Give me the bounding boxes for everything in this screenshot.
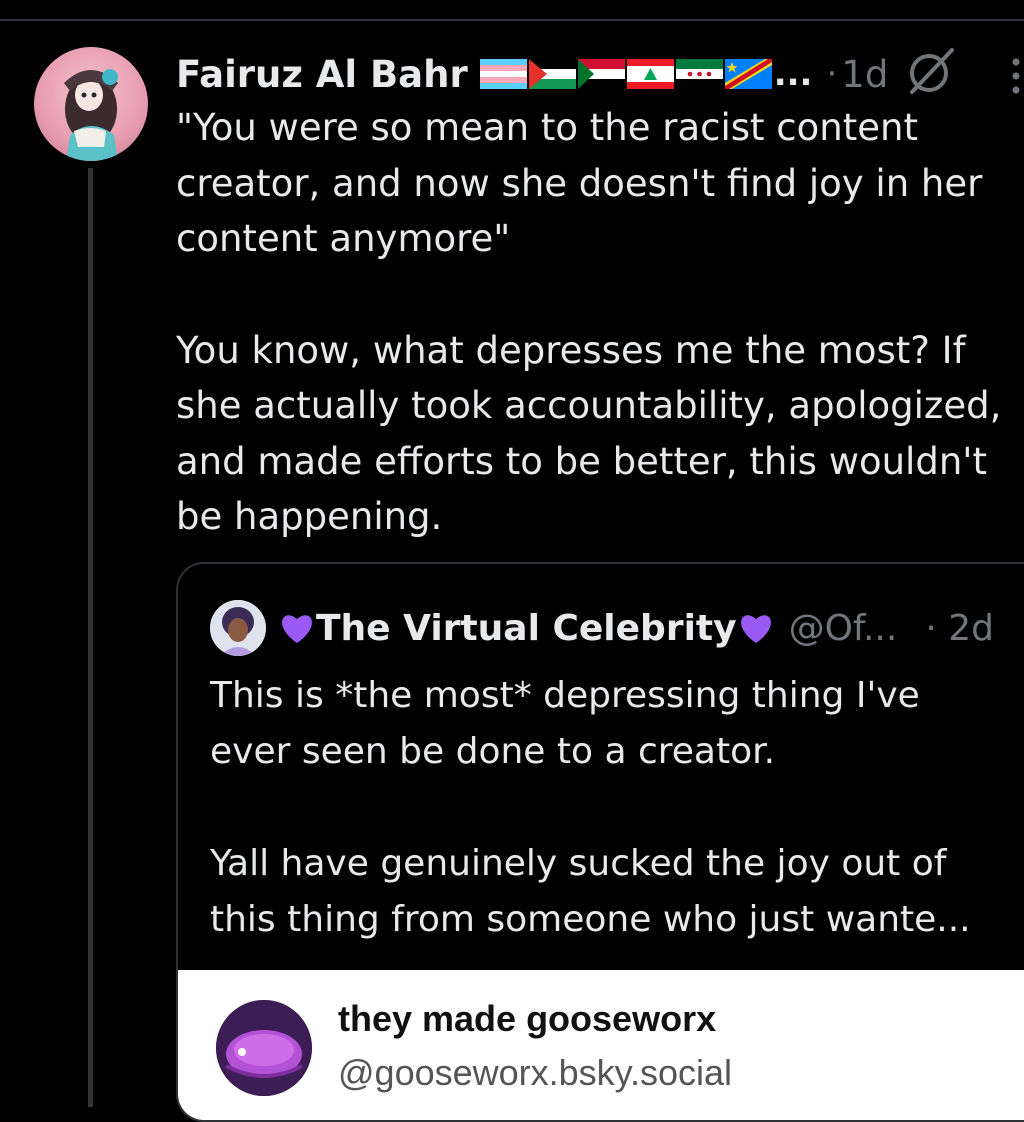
quoted-body-line: ever seen be done to a creator.: [210, 731, 776, 772]
sudan-flag-icon: [577, 59, 625, 89]
post-body-line: creator, and now she doesn't find joy in…: [176, 161, 983, 205]
embedded-profile-avatar: [216, 1000, 312, 1096]
embedded-avatar-illustration: [216, 1000, 312, 1096]
quoted-body-line: this thing from someone who just wante..…: [210, 899, 971, 940]
quoted-avatar-illustration: [210, 600, 266, 656]
quoted-author-avatar[interactable]: [210, 600, 266, 656]
quoted-post-header: The Virtual Celebrity @Of... · 2d: [210, 600, 994, 656]
thread-line: [88, 168, 93, 1107]
quoted-body-line: Yall have genuinely sucked the joy out o…: [210, 843, 947, 884]
quoted-author-handle[interactable]: @Of...: [789, 608, 898, 649]
more-options-icon[interactable]: [1006, 54, 1024, 98]
grok-icon[interactable]: [904, 44, 958, 98]
embedded-profile-name: they made gooseworx: [338, 998, 717, 1039]
author-name[interactable]: Fairuz Al Bahr: [176, 53, 468, 96]
quoted-author-name-text: The Virtual Celebrity: [316, 607, 737, 649]
transgender-flag-icon: [479, 59, 527, 89]
embedded-image-card[interactable]: they made gooseworx @gooseworx.bsky.soci…: [178, 970, 1024, 1120]
purple-heart-icon: [282, 615, 312, 643]
post-body-line: she actually took accountability, apolog…: [176, 384, 1002, 427]
post-body-line: be happening.: [176, 495, 443, 538]
post-body: "You were so mean to the racist content …: [176, 100, 1024, 545]
top-divider: [0, 19, 1024, 21]
post-body-line: content anymore": [176, 217, 511, 260]
post-time[interactable]: 1d: [841, 53, 888, 96]
lebanon-flag-icon: [626, 59, 674, 89]
quoted-body-line: This is *the most* depressing thing I've: [210, 675, 920, 716]
post-body-line: "You were so mean to the racist content: [176, 106, 918, 149]
quoted-author-name[interactable]: The Virtual Celebrity: [278, 608, 775, 649]
header-separator: ·: [826, 54, 838, 94]
post-body-line: and made efforts to be better, this woul…: [176, 439, 987, 483]
quoted-post-body: This is *the most* depressing thing I've…: [210, 668, 1024, 948]
purple-heart-icon: [740, 615, 771, 643]
quoted-post-time[interactable]: · 2d: [925, 608, 994, 649]
palestine-flag-icon: [528, 59, 576, 89]
quoted-post[interactable]: The Virtual Celebrity @Of... · 2d This i…: [176, 562, 1024, 1122]
flag-emoji-group: [479, 59, 772, 89]
post-body-line: You know, what depresses me the most? If: [176, 328, 966, 372]
avatar-illustration: [64, 69, 118, 161]
name-truncation: ...: [773, 54, 813, 94]
author-avatar[interactable]: [34, 47, 148, 161]
embedded-profile-handle: @gooseworx.bsky.social: [338, 1052, 733, 1093]
congo-flag-icon: [724, 59, 772, 89]
syria-flag-icon: [675, 59, 723, 89]
post-header: Fairuz Al Bahr ... · 1d: [176, 46, 888, 102]
